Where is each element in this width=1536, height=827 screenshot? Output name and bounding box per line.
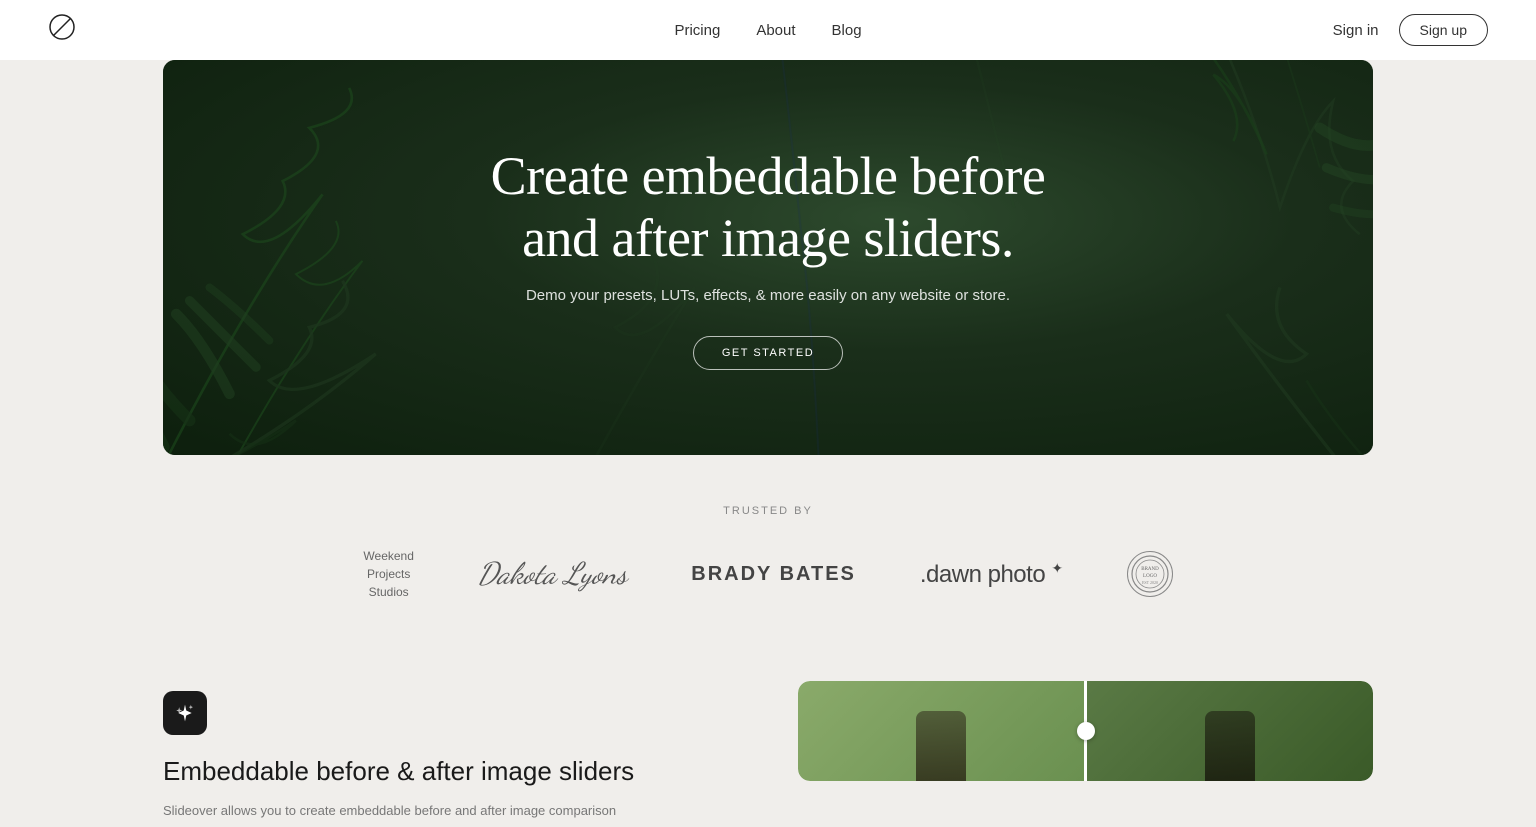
feature-description: Slideover allows you to create embeddabl… [163,800,738,822]
navbar: Pricing About Blog Sign in Sign up [0,0,1536,60]
hero-subtitle: Demo your presets, LUTs, effects, & more… [526,287,1010,304]
nav-blog[interactable]: Blog [832,22,862,39]
nav-links: Pricing About Blog [674,22,861,39]
trusted-label: TRUSTED BY [0,505,1536,517]
before-image [798,681,1084,781]
logo-weekend-projects: WeekendProjectsStudios [363,547,413,601]
sign-in-link[interactable]: Sign in [1333,22,1379,39]
feature-title: Embeddable before & after image sliders [163,755,738,788]
nav-pricing[interactable]: Pricing [674,22,720,39]
hero-content: Create embeddable before and after image… [163,60,1373,455]
hero-section: Create embeddable before and after image… [163,60,1373,455]
after-image [1087,681,1373,781]
hero-title: Create embeddable before and after image… [491,145,1046,269]
feature-left-content: Embeddable before & after image sliders … [163,681,738,822]
logo[interactable] [48,13,76,48]
trusted-section: TRUSTED BY WeekendProjectsStudios Dakota… [0,455,1536,641]
nav-auth: Sign in Sign up [1333,14,1488,46]
sign-up-button[interactable]: Sign up [1399,14,1488,46]
feature-icon-box [163,691,207,735]
logo-circle-brand: BRAND LOGO EST 2020 [1127,551,1173,597]
feature-section: Embeddable before & after image sliders … [0,641,1536,822]
circle-logo-icon: BRAND LOGO EST 2020 [1130,554,1170,594]
hero-cta-button[interactable]: GET STARTED [693,336,843,370]
feature-right-image [798,681,1373,781]
sparkle-icon [175,703,195,723]
hero-wrapper: Create embeddable before and after image… [0,60,1536,455]
logo-dawn-photo: .dawn photo ✦ [920,560,1063,589]
svg-text:EST 2020: EST 2020 [1142,580,1158,585]
nav-about[interactable]: About [756,22,795,39]
logo-brady-bates: BRADY BATES [691,563,856,586]
svg-text:BRAND: BRAND [1141,567,1159,572]
trusted-logos: WeekendProjectsStudios Dakota Lyons BRAD… [0,547,1536,601]
logo-icon [48,13,76,41]
svg-text:LOGO: LOGO [1143,574,1157,579]
slider-divider [1084,681,1087,781]
logo-dakota-lyons: Dakota Lyons [478,556,627,592]
